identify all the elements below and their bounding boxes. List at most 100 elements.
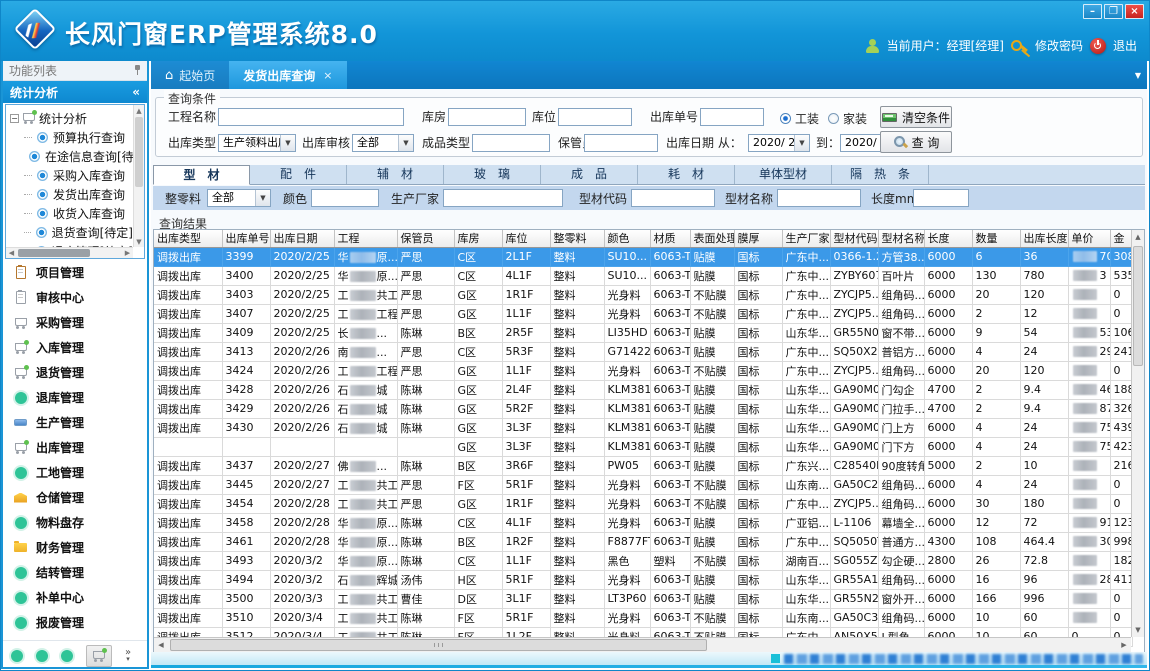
tree-item-5[interactable]: 退货查询[待定] [10,223,133,242]
product-type-input[interactable] [472,134,550,152]
column-header[interactable]: 生产厂家 [782,230,830,247]
material-tab-0[interactable]: 型 材 [153,165,250,185]
tree-item-2[interactable]: 采购入库查询 [10,166,133,185]
table-row[interactable]: 调拨出库34002020/2/25华原...严思C区4L1F整料SU10...6… [154,266,1132,285]
tree-collapse-icon[interactable]: − [10,114,19,123]
table-row[interactable]: 调拨出库35102020/3/4工共工程陈琳F区5R1F整料光身料6063-T5… [154,608,1132,627]
sidebar-item-14[interactable]: 报废管理 [3,610,147,635]
table-row[interactable]: 调拨出库34032020/2/25工共工程严思G区1R1F整料光身料6063-T… [154,285,1132,304]
table-row[interactable]: 调拨出库34612020/2/28华原...陈琳B区1R2F整料F8877FT6… [154,532,1132,551]
tree-vertical-scrollbar[interactable]: ▲ ▼ [133,105,144,247]
column-header[interactable]: 颜色 [604,230,650,247]
color-input[interactable] [311,189,379,207]
column-header[interactable]: 长度 [924,230,972,247]
logout-link[interactable]: 退出 [1113,37,1137,54]
table-row[interactable]: 调拨出库35002020/3/3工共工程曹佳D区3L1F整料LT3P606063… [154,589,1132,608]
tree-vscroll-thumb[interactable] [135,117,143,187]
profile-code-input[interactable] [631,189,715,207]
module-dot-icon[interactable] [36,650,48,662]
sidebar-item-1[interactable]: 审核中心 [3,285,147,310]
table-row[interactable]: 调拨出库34132020/2/26南...严思C区5R3F整料G71422606… [154,342,1132,361]
grid-vertical-scrollbar[interactable]: ▲ ▼ [1131,230,1144,637]
table-row[interactable]: 调拨出库34292020/2/26石城陈琳G区5R2F整料KLM38176063… [154,399,1132,418]
sidebar-item-7[interactable]: 出库管理 [3,435,147,460]
table-row[interactable]: 调拨出库34452020/2/27工共工程严思F区5R1F整料光身料6063-T… [154,475,1132,494]
out-type-select[interactable]: 生产领料出库 [218,134,296,152]
column-header[interactable]: 工程 [334,230,397,247]
sidebar-item-2[interactable]: 采购管理 [3,310,147,335]
sidebar-item-6[interactable]: 生产管理 [3,410,147,435]
table-row[interactable]: G区3L3F整料KLM38176063-T5贴膜国标山东华...GA90M09.… [154,437,1132,456]
material-tab-4[interactable]: 成 品 [541,165,638,184]
close-button[interactable]: × [1125,4,1144,19]
column-header[interactable]: 型材代码 [830,230,878,247]
column-header[interactable]: 出库日期 [270,230,334,247]
minimize-button[interactable]: – [1083,4,1102,19]
pin-icon[interactable] [134,65,141,76]
factory-input[interactable] [443,189,563,207]
sidebar-item-10[interactable]: 物料盘存 [3,510,147,535]
material-tab-7[interactable]: 隔 热 条 [832,165,929,184]
table-row[interactable]: 调拨出库34302020/2/26石城陈琳G区3L3F整料KLM38176063… [154,418,1132,437]
tab-close-icon[interactable]: × [323,69,332,82]
column-header[interactable]: 型材名称 [878,230,924,247]
tree-root-statistics[interactable]: −统计分析 [10,108,133,128]
table-row[interactable]: 调拨出库34582020/2/28华原...陈琳C区4L1F整料光身料6063-… [154,513,1132,532]
sidebar-item-12[interactable]: 结转管理 [3,560,147,585]
cart-module-button[interactable] [86,645,112,667]
material-tab-6[interactable]: 单体型材 [735,165,832,184]
whole-part-select[interactable]: 全部 [207,189,271,207]
scroll-up-icon[interactable]: ▲ [1132,230,1144,244]
scroll-up-icon[interactable]: ▲ [134,105,144,116]
tree-item-3[interactable]: 发货出库查询 [10,185,133,204]
column-header[interactable]: 库位 [502,230,550,247]
date-from-select[interactable]: 2020/ 2/16 [748,134,810,152]
profile-name-input[interactable] [777,189,861,207]
tabstrip-caret-icon[interactable]: ▼ [1135,71,1141,80]
scroll-right-icon[interactable]: ▶ [122,248,133,258]
column-header[interactable]: 保管员 [397,230,454,247]
tree-item-4[interactable]: 收货入库查询 [10,204,133,223]
sidebar-item-4[interactable]: 退货管理 [3,360,147,385]
project-name-input[interactable] [218,108,404,126]
table-row[interactable]: 调拨出库34932020/3/2华原...陈琳C区1L1F整料黑色塑料不贴膜国标… [154,551,1132,570]
sidebar-item-13[interactable]: 补单中心 [3,585,147,610]
scroll-down-icon[interactable]: ▼ [134,236,144,247]
column-header[interactable]: 单价 [1068,230,1110,247]
module-dot-icon[interactable] [61,650,73,662]
material-tab-5[interactable]: 耗 材 [638,165,735,184]
warehouse-input[interactable] [448,108,526,126]
tab-0[interactable]: 起始页 [151,61,229,89]
sidebar-item-0[interactable]: 项目管理 [3,260,147,285]
material-tab-1[interactable]: 配 件 [250,165,347,184]
table-row[interactable]: 调拨出库34072020/2/25工工程严思G区1L1F整料光身料6063-T5… [154,304,1132,323]
tree-horizontal-scrollbar[interactable]: ◀ ▶ [6,247,133,258]
scroll-right-icon[interactable]: ▶ [1117,638,1131,652]
grid-hscroll-thumb[interactable] [170,639,707,651]
audit-select[interactable]: 全部 [352,134,414,152]
material-tab-3[interactable]: 玻 璃 [444,165,541,184]
clear-conditions-button[interactable]: 清空条件 [880,106,952,128]
table-row[interactable]: 调拨出库33992020/2/25华原...严思C区2L1F整料SU10...6… [154,247,1132,266]
column-header[interactable]: 数量 [972,230,1020,247]
column-header[interactable]: 出库类型 [154,230,222,247]
table-row[interactable]: 调拨出库34542020/2/28工共工程严思G区1R1F整料光身料6063-T… [154,494,1132,513]
module-dot-icon[interactable] [11,650,23,662]
table-row[interactable]: 调拨出库34372020/2/27佛...陈琳B区3R6F整料PW056063-… [154,456,1132,475]
column-header[interactable]: 整零料 [550,230,604,247]
grid-horizontal-scrollbar[interactable]: ◀ ▶ [154,637,1131,652]
sidebar-item-3[interactable]: 入库管理 [3,335,147,360]
column-header[interactable]: 表面处理 [690,230,734,247]
sidebar-item-11[interactable]: 财务管理 [3,535,147,560]
collapse-icon[interactable]: « [132,85,140,99]
table-row[interactable]: 调拨出库34282020/2/26石城陈琳G区2L4F整料KLM38176063… [154,380,1132,399]
tree-hscroll-thumb[interactable] [18,249,90,257]
radio-industrial[interactable]: 工装 [780,110,819,127]
column-header[interactable]: 库房 [454,230,502,247]
change-password-link[interactable]: 修改密码 [1035,37,1083,54]
sidebar-item-8[interactable]: 工地管理 [3,460,147,485]
grid-vscroll-thumb[interactable] [1133,246,1143,366]
search-button[interactable]: 查 询 [880,131,952,153]
column-header[interactable]: 膜厚 [734,230,782,247]
table-row[interactable]: 调拨出库34242020/2/26工工程严思G区1L1F整料光身料6063-T5… [154,361,1132,380]
